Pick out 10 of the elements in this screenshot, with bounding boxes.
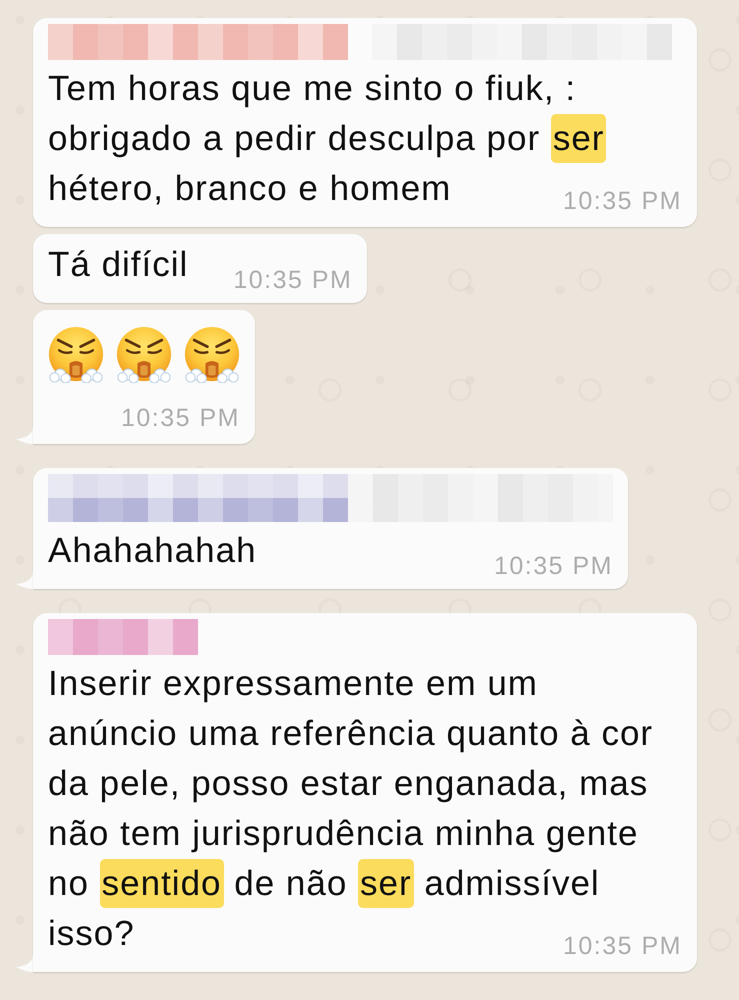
message-time: 10:35 PM — [494, 553, 613, 579]
message-time: 10:35 PM — [562, 933, 682, 959]
message-text: Tá difícil — [48, 244, 188, 286]
face-with-steam-icon — [116, 327, 172, 383]
face-with-steam-icon — [184, 327, 240, 383]
face-with-steam-icon — [48, 327, 104, 383]
message-time: 10:35 PM — [562, 188, 682, 214]
message-time: 10:35 PM — [120, 405, 240, 431]
message-text: Ahahahahah — [48, 530, 257, 572]
message-time: 10:35 PM — [233, 267, 352, 293]
